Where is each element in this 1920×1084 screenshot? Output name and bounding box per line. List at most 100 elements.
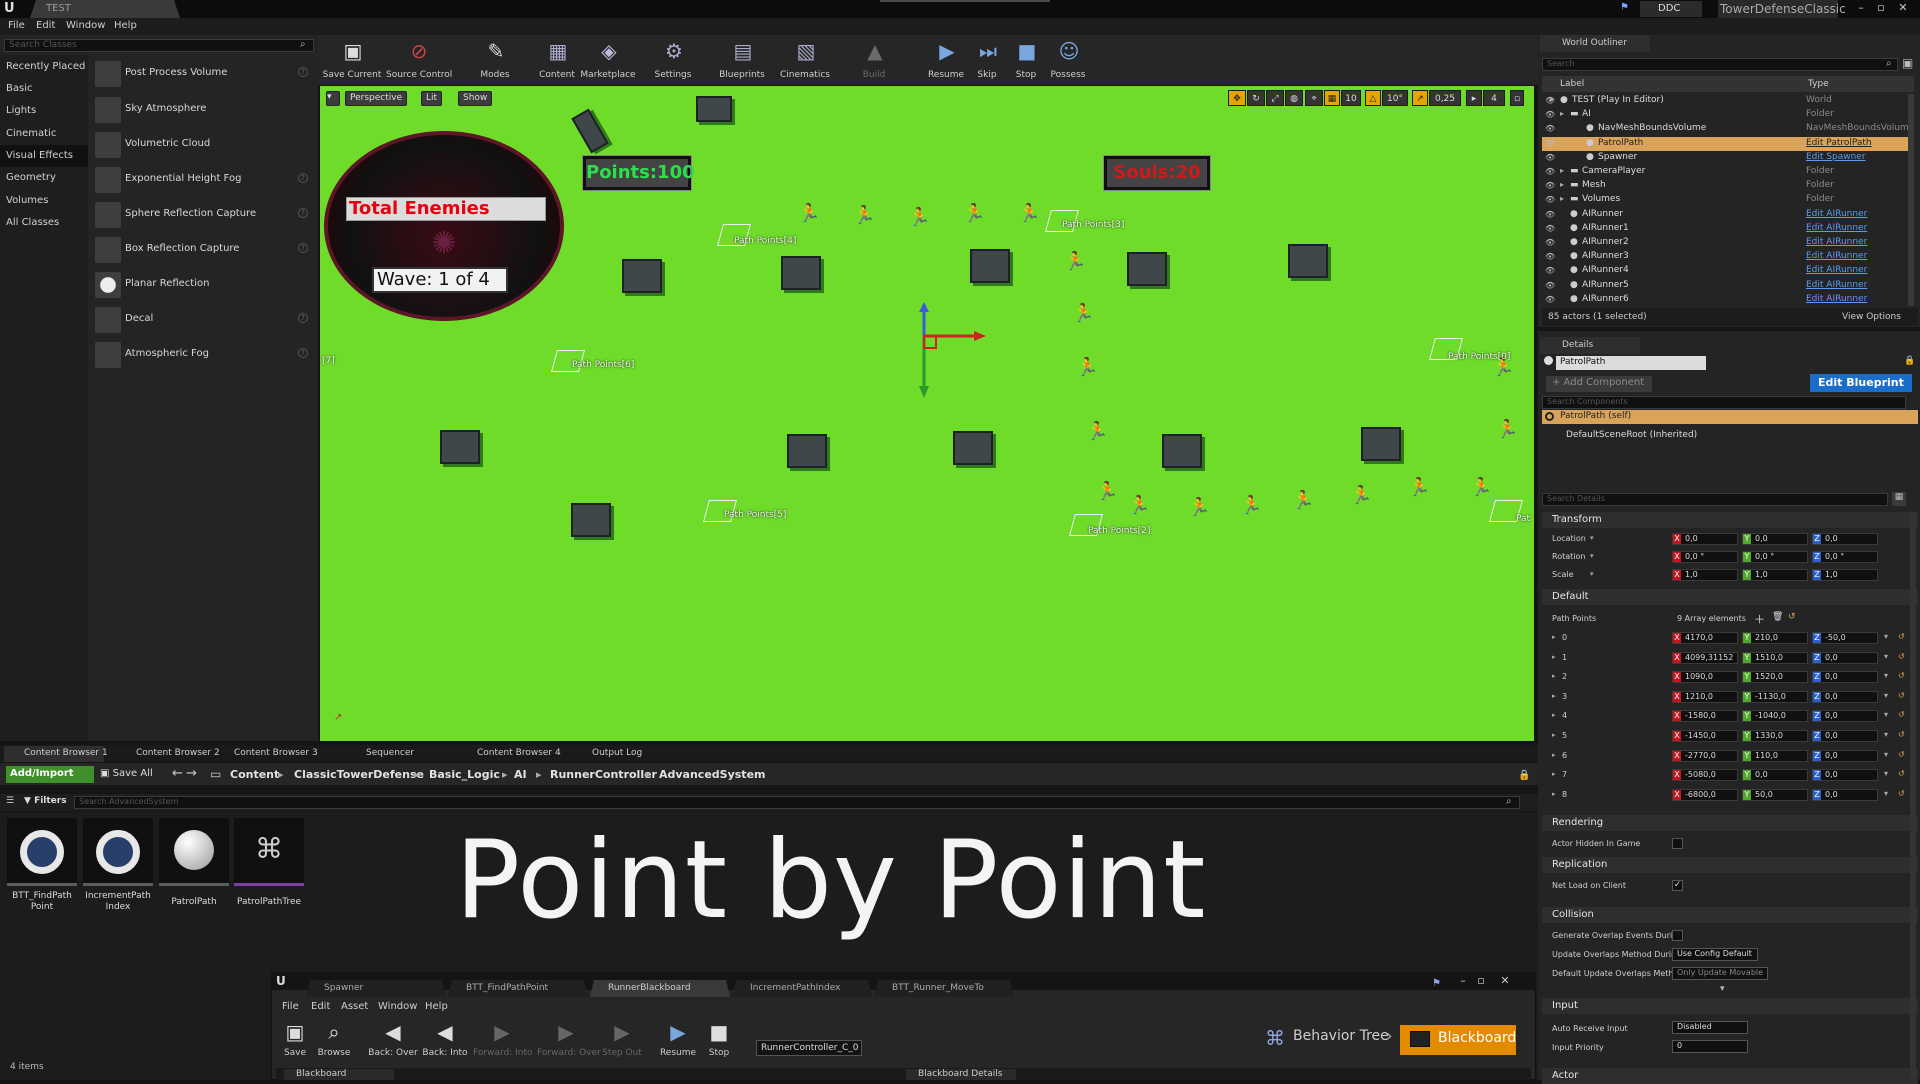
outliner-row-type[interactable]: Edit AIRunner <box>1806 294 1867 304</box>
path-point-x-field[interactable]: X -1450,0 <box>1672 730 1738 742</box>
reset-icon[interactable]: ↺ <box>1898 691 1905 700</box>
scale-x-field[interactable]: X 1,0 <box>1672 569 1738 581</box>
bt-minimize-icon[interactable]: – <box>1454 974 1472 988</box>
section-default[interactable]: Default <box>1542 589 1918 605</box>
scale-snap-icon[interactable]: ↗ <box>1412 90 1428 106</box>
lock-icon[interactable]: 🔒 <box>1904 356 1915 366</box>
visibility-eye-icon[interactable]: 👁 <box>1545 238 1555 247</box>
modes-button[interactable]: ✎ Modes <box>463 36 527 82</box>
maximize-viewport-icon[interactable]: ▫ <box>1510 90 1524 106</box>
path-point-y-field[interactable]: Y -1130,0 <box>1742 690 1808 703</box>
outliner-row-type[interactable]: Edit AIRunner <box>1806 265 1867 275</box>
default-scene-root-row[interactable]: DefaultSceneRoot (Inherited) <box>1556 430 1697 440</box>
help-icon[interactable]: ? <box>298 67 308 77</box>
place-item-atmospheric-fog[interactable]: Atmospheric Fog? <box>92 338 316 373</box>
visibility-eye-icon[interactable]: 👁 <box>1545 195 1555 204</box>
surface-snap-icon[interactable]: ⌖ <box>1305 90 1323 106</box>
add-component-button[interactable]: + Add Component <box>1546 376 1652 392</box>
rotation-z-field[interactable]: Z 0,0 ° <box>1812 551 1878 563</box>
path-point-z-field[interactable]: Z 0,0 <box>1812 788 1878 801</box>
element-menu-icon[interactable]: ▾ <box>1884 789 1888 798</box>
breadcrumb-ai[interactable]: AI <box>514 768 527 781</box>
build-button[interactable]: ▲ Build <box>842 36 906 82</box>
tab-content-browser-3[interactable]: Content Browser 3 <box>214 746 318 762</box>
bt-menu-edit[interactable]: Edit <box>311 1001 330 1012</box>
visibility-eye-icon[interactable]: 👁 <box>1545 124 1555 133</box>
bt-maximize-icon[interactable]: ▫ <box>1472 974 1490 988</box>
label-column-header[interactable]: Label <box>1560 79 1584 89</box>
bt-tab-runnerblackboard[interactable]: RunnerBlackboard <box>590 980 730 997</box>
bt-menu-help[interactable]: Help <box>425 1001 448 1012</box>
place-item-sky-atmosphere[interactable]: Sky Atmosphere <box>92 93 316 128</box>
expand-advanced-icon[interactable]: ▾ <box>1720 984 1725 994</box>
world-icon[interactable]: ◍ <box>1285 90 1303 106</box>
reset-icon[interactable]: ↺ <box>1898 750 1905 759</box>
outliner-row[interactable]: 👁 ▸ ▬ AI Folder <box>1542 108 1908 122</box>
element-menu-icon[interactable]: ▾ <box>1884 710 1888 719</box>
save-current-button[interactable]: ▣ Save Current <box>320 36 384 82</box>
minimize-icon[interactable]: – <box>1852 1 1870 15</box>
path-point-y-field[interactable]: Y -1040,0 <box>1742 710 1808 723</box>
path-point-y-field[interactable]: Y 1510,0 <box>1742 651 1808 664</box>
category-cinematic[interactable]: Cinematic <box>0 123 88 145</box>
rotate-icon[interactable]: ↻ <box>1247 90 1265 106</box>
level-viewport[interactable]: ▾ Perspective Lit Show ✥ ↻ ⤢ ◍ ⌖ ▦ 10 △ … <box>320 86 1534 741</box>
outliner-row[interactable]: 👁 ● AIRunner6 Edit AIRunner <box>1542 293 1908 307</box>
notification-icon[interactable]: ⚑ <box>1432 978 1441 989</box>
scale-snap-value[interactable]: 0,25 <box>1429 90 1461 106</box>
step-out-button[interactable]: ▶ Step Out <box>599 1018 645 1060</box>
reset-icon[interactable]: ↺ <box>1898 632 1905 641</box>
expand-arrow-icon[interactable]: ▸ <box>1552 751 1556 759</box>
visibility-eye-icon[interactable]: 👁 <box>1545 181 1555 190</box>
lock-icon[interactable]: 🔒 <box>1518 770 1530 781</box>
path-point-z-field[interactable]: Z 0,0 <box>1812 651 1878 664</box>
breadcrumb-basic-logic[interactable]: Basic_Logic <box>429 768 500 781</box>
element-menu-icon[interactable]: ▾ <box>1884 652 1888 661</box>
path-point-y-field[interactable]: Y 210,0 <box>1742 632 1808 644</box>
path-point-y-field[interactable]: Y 110,0 <box>1742 749 1808 762</box>
grid-size[interactable]: 10 <box>1341 90 1361 106</box>
category-all-classes[interactable]: All Classes <box>0 212 88 234</box>
add-folder-icon[interactable]: ▣ <box>1902 56 1913 70</box>
element-menu-icon[interactable]: ▾ <box>1884 671 1888 680</box>
blueprints-button[interactable]: ▤ Blueprints <box>710 36 774 82</box>
perspective-button[interactable]: Perspective <box>345 91 408 106</box>
visibility-eye-icon[interactable]: 👁 <box>1545 167 1555 176</box>
location-label[interactable]: Location <box>1552 534 1586 543</box>
transform-gizmo[interactable] <box>910 300 990 400</box>
expand-arrow-icon[interactable]: ▸ <box>1560 180 1564 189</box>
outliner-scrollbar[interactable] <box>1908 94 1914 306</box>
outliner-row[interactable]: 👁 ▸ ▬ CameraPlayer Folder <box>1542 165 1908 179</box>
element-menu-icon[interactable]: ▾ <box>1884 769 1888 778</box>
help-icon[interactable]: ? <box>298 348 308 358</box>
bt-browse-button[interactable]: ⌕ Browse <box>311 1018 357 1060</box>
path-point-x-field[interactable]: X 1090,0 <box>1672 671 1738 684</box>
path-point-x-field[interactable]: X -5080,0 <box>1672 769 1738 782</box>
bt-menu-file[interactable]: File <box>282 1001 299 1012</box>
outliner-row[interactable]: 👁 ● AIRunner3 Edit AIRunner <box>1542 250 1908 264</box>
path-point-z-field[interactable]: Z 0,0 <box>1812 671 1878 684</box>
blackboard-details-tab[interactable]: Blackboard Details <box>906 1069 1016 1080</box>
category-recently-placed[interactable]: Recently Placed <box>0 56 88 78</box>
outliner-search-input[interactable]: Search <box>1542 58 1898 71</box>
forward-into-button[interactable]: ▶ Forward: Into <box>473 1018 532 1060</box>
path-point-x-field[interactable]: X -1580,0 <box>1672 710 1738 723</box>
location-y-field[interactable]: Y 0,0 <box>1742 533 1808 545</box>
bt-menu-asset[interactable]: Asset <box>341 1001 368 1012</box>
outliner-row-type[interactable]: Edit PatrolPath <box>1806 138 1872 148</box>
visibility-eye-icon[interactable]: 👁 <box>1545 153 1555 162</box>
element-menu-icon[interactable]: ▾ <box>1884 691 1888 700</box>
place-item-decal[interactable]: Decal? <box>92 303 316 338</box>
close-icon[interactable]: ✕ <box>1894 1 1912 15</box>
reset-icon[interactable]: ↺ <box>1898 789 1905 798</box>
edit-blueprint-button[interactable]: Edit Blueprint <box>1810 374 1912 392</box>
asset-patrolpathtree[interactable]: ⌘ <box>234 818 304 886</box>
expand-arrow-icon[interactable]: ▸ <box>1560 194 1564 203</box>
details-scrollbar[interactable] <box>1910 512 1916 1078</box>
outliner-row[interactable]: 👁 ▸ ● TEST (Play In Editor) World <box>1542 94 1908 108</box>
expand-arrow-icon[interactable]: ▸ <box>1552 692 1556 700</box>
expand-arrow-icon[interactable]: ▸ <box>1552 790 1556 798</box>
menu-file[interactable]: File <box>8 20 25 31</box>
outliner-row-type[interactable]: Edit Spawner <box>1806 152 1866 162</box>
net-load-checkbox[interactable]: ✓ <box>1672 880 1683 891</box>
